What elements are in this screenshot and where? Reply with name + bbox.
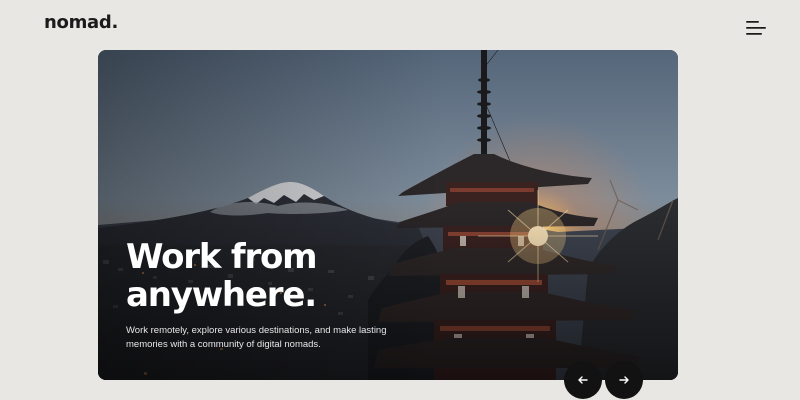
carousel-prev-button[interactable] <box>564 361 602 399</box>
hero-description: Work remotely, explore various destinati… <box>126 325 387 350</box>
brand-logo[interactable]: nomad. <box>44 12 118 33</box>
hamburger-menu-icon <box>746 21 766 35</box>
hero-title: Work from anywhere. <box>126 237 318 315</box>
landing-page: nomad. Work from anywhere. Work remotely… <box>0 0 800 400</box>
menu-button[interactable] <box>744 17 768 39</box>
arrow-right-icon <box>619 376 629 384</box>
carousel-next-button[interactable] <box>605 361 643 399</box>
hero-card: Work from anywhere. Work remotely, explo… <box>98 50 678 380</box>
arrow-left-icon <box>578 376 588 384</box>
hero-text-block: Work from anywhere. Work remotely, explo… <box>126 238 426 352</box>
